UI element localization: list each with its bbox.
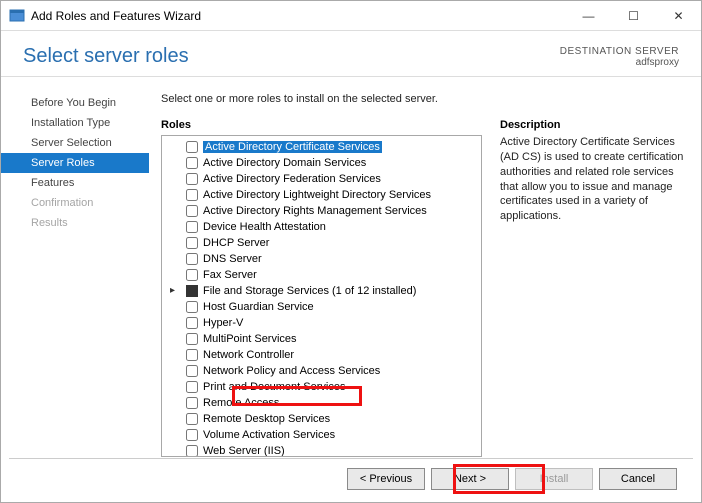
window-controls: — ☐ ✕ [566, 1, 701, 30]
role-label: Active Directory Certificate Services [203, 141, 382, 153]
role-label: Active Directory Domain Services [203, 157, 366, 169]
content: Before You BeginInstallation TypeServer … [1, 77, 701, 457]
main-panel: Select one or more roles to install on t… [149, 77, 701, 457]
role-checkbox[interactable] [186, 445, 198, 456]
window-title: Add Roles and Features Wizard [31, 9, 201, 23]
role-row[interactable]: Active Directory Domain Services [162, 155, 481, 171]
roles-column: Roles Active Directory Certificate Servi… [161, 119, 482, 457]
sidebar-item-server-selection[interactable]: Server Selection [1, 133, 149, 153]
role-row[interactable]: DNS Server [162, 251, 481, 267]
role-row[interactable]: Print and Document Services [162, 379, 481, 395]
role-label: DNS Server [203, 253, 262, 265]
role-checkbox[interactable] [186, 205, 198, 217]
wizard-footer: < Previous Next > Install Cancel [9, 458, 693, 498]
role-label: Active Directory Lightweight Directory S… [203, 189, 431, 201]
role-row[interactable]: ▸ File and Storage Services (1 of 12 inst… [162, 283, 481, 299]
role-row[interactable]: Host Guardian Service [162, 299, 481, 315]
role-row[interactable]: Device Health Attestation [162, 219, 481, 235]
role-checkbox[interactable] [186, 317, 198, 329]
sidebar-item-server-roles[interactable]: Server Roles [1, 153, 149, 173]
install-button: Install [515, 468, 593, 490]
role-label: Network Controller [203, 349, 294, 361]
description-text: Active Directory Certificate Services (A… [500, 135, 685, 224]
role-label: Network Policy and Access Services [203, 365, 380, 377]
columns: Roles Active Directory Certificate Servi… [161, 119, 685, 457]
minimize-button[interactable]: — [566, 1, 611, 30]
wizard-sidebar: Before You BeginInstallation TypeServer … [1, 77, 149, 457]
role-checkbox[interactable] [186, 429, 198, 441]
expander-icon[interactable]: ▸ [170, 285, 175, 296]
role-label: Device Health Attestation [203, 221, 326, 233]
header: Select server roles DESTINATION SERVER a… [1, 31, 701, 77]
role-label: Host Guardian Service [203, 301, 314, 313]
maximize-button[interactable]: ☐ [611, 1, 656, 30]
role-label: DHCP Server [203, 237, 269, 249]
description-label: Description [500, 119, 685, 131]
role-label: Active Directory Rights Management Servi… [203, 205, 427, 217]
role-checkbox[interactable] [186, 413, 198, 425]
role-label: Print and Document Services [203, 381, 345, 393]
role-label: Active Directory Federation Services [203, 173, 381, 185]
role-row[interactable]: Fax Server [162, 267, 481, 283]
role-checkbox[interactable] [186, 141, 198, 153]
role-row[interactable]: Web Server (IIS) [162, 443, 481, 456]
role-row[interactable]: MultiPoint Services [162, 331, 481, 347]
role-checkbox[interactable] [186, 253, 198, 265]
role-checkbox[interactable] [186, 237, 198, 249]
app-icon [9, 8, 25, 24]
destination-label: DESTINATION SERVER [560, 46, 679, 57]
destination-value: adfsproxy [560, 57, 679, 68]
roles-listbox[interactable]: Active Directory Certificate Services Act… [161, 135, 482, 457]
role-label: Web Server (IIS) [203, 445, 285, 456]
close-button[interactable]: ✕ [656, 1, 701, 30]
role-row[interactable]: Active Directory Federation Services [162, 171, 481, 187]
role-checkbox[interactable] [186, 365, 198, 377]
role-row[interactable]: Remote Access [162, 395, 481, 411]
role-row[interactable]: Volume Activation Services [162, 427, 481, 443]
instruction-text: Select one or more roles to install on t… [161, 93, 685, 105]
role-checkbox[interactable] [186, 173, 198, 185]
role-row[interactable]: Network Controller [162, 347, 481, 363]
roles-label: Roles [161, 119, 482, 131]
role-label: Fax Server [203, 269, 257, 281]
role-row[interactable]: Active Directory Rights Management Servi… [162, 203, 481, 219]
role-checkbox[interactable] [186, 221, 198, 233]
role-label: Remote Access [203, 397, 279, 409]
titlebar: Add Roles and Features Wizard — ☐ ✕ [1, 1, 701, 31]
role-row[interactable]: DHCP Server [162, 235, 481, 251]
sidebar-item-features[interactable]: Features [1, 173, 149, 193]
role-checkbox[interactable] [186, 397, 198, 409]
role-label: MultiPoint Services [203, 333, 297, 345]
destination-block: DESTINATION SERVER adfsproxy [560, 46, 679, 68]
role-label: Remote Desktop Services [203, 413, 330, 425]
role-checkbox[interactable] [186, 333, 198, 345]
role-label: Hyper-V [203, 317, 243, 329]
role-row[interactable]: Remote Desktop Services [162, 411, 481, 427]
page-title: Select server roles [23, 45, 189, 68]
cancel-button[interactable]: Cancel [599, 468, 677, 490]
sidebar-item-results: Results [1, 213, 149, 233]
role-row[interactable]: Active Directory Lightweight Directory S… [162, 187, 481, 203]
role-row[interactable]: Hyper-V [162, 315, 481, 331]
role-label: Volume Activation Services [203, 429, 335, 441]
role-checkbox[interactable] [186, 301, 198, 313]
sidebar-item-installation-type[interactable]: Installation Type [1, 113, 149, 133]
role-checkbox[interactable] [186, 381, 198, 393]
role-row[interactable]: Active Directory Certificate Services [162, 139, 481, 155]
sidebar-item-before-you-begin[interactable]: Before You Begin [1, 93, 149, 113]
roles-scroll[interactable]: Active Directory Certificate Services Act… [162, 136, 481, 456]
checkbox-partial[interactable] [186, 285, 198, 297]
role-label: File and Storage Services (1 of 12 insta… [203, 285, 416, 297]
previous-button[interactable]: < Previous [347, 468, 425, 490]
role-checkbox[interactable] [186, 269, 198, 281]
next-button[interactable]: Next > [431, 468, 509, 490]
role-checkbox[interactable] [186, 189, 198, 201]
role-checkbox[interactable] [186, 157, 198, 169]
description-column: Description Active Directory Certificate… [500, 119, 685, 457]
sidebar-item-confirmation: Confirmation [1, 193, 149, 213]
role-checkbox[interactable] [186, 349, 198, 361]
role-row[interactable]: Network Policy and Access Services [162, 363, 481, 379]
